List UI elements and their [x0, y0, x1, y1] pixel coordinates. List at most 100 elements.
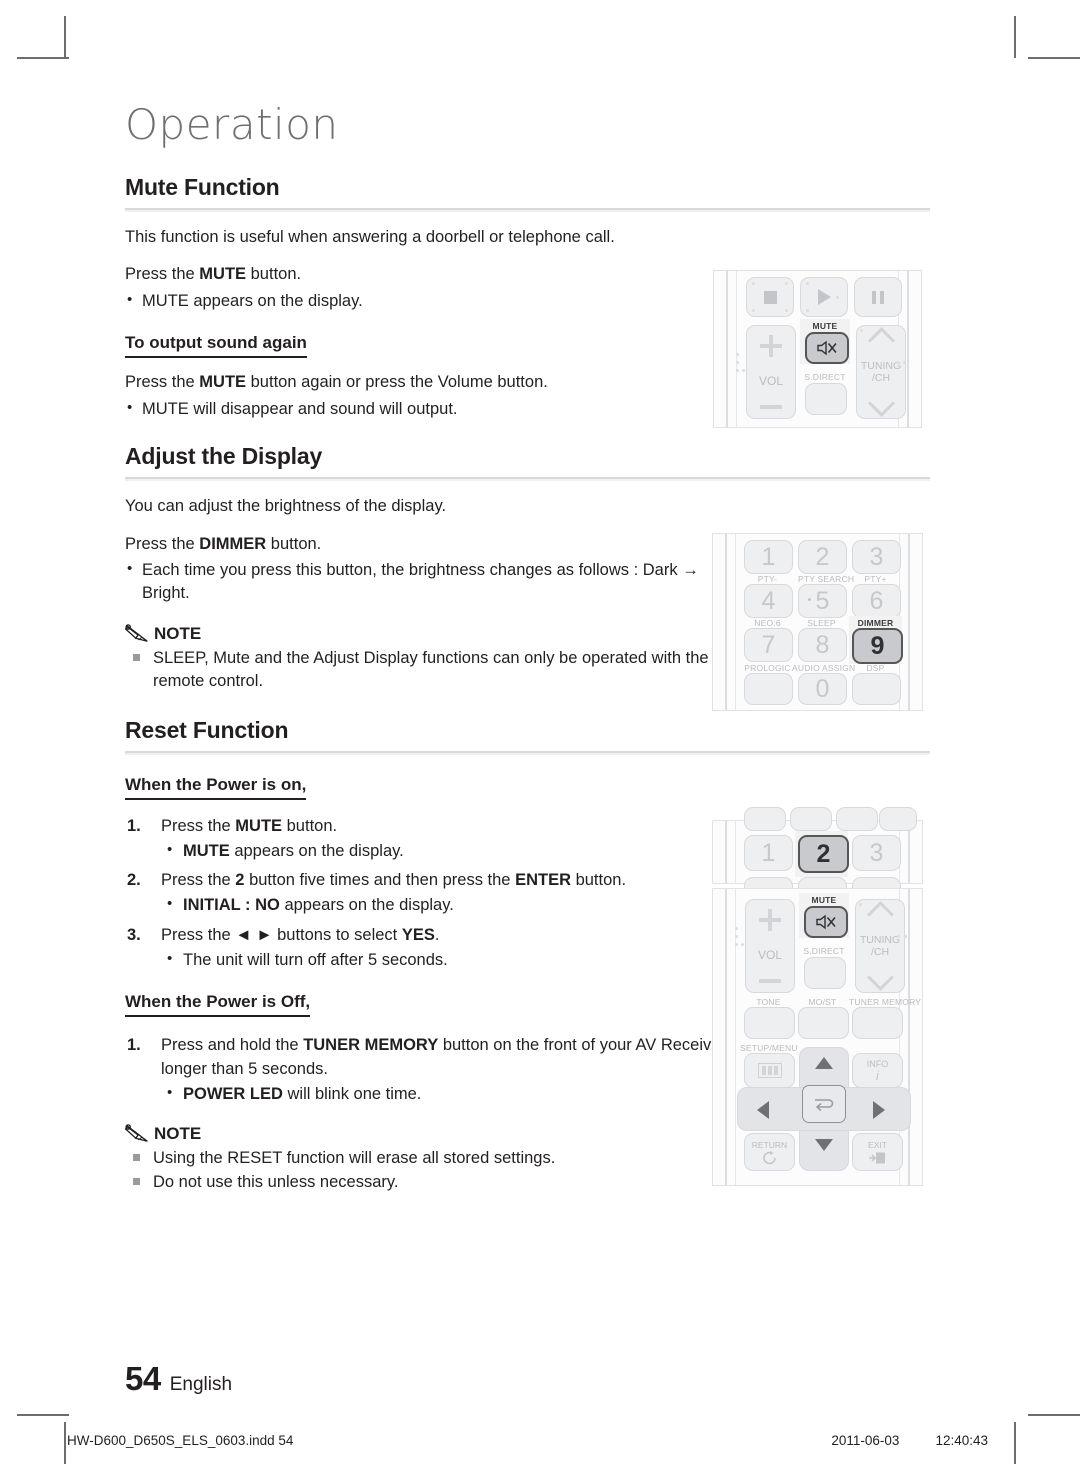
key-partial-top-4[interactable] [879, 807, 917, 831]
dpad-right-arrow[interactable] [873, 1101, 885, 1119]
step-text-bold2: ENTER [515, 871, 571, 890]
crop-mark-bottom-left-v [64, 1422, 66, 1464]
step-text-post: . [434, 925, 440, 944]
label-most: MO/ST [808, 997, 837, 1007]
remote-rail-left [725, 534, 727, 710]
label-neo6: NEO:6 [754, 618, 781, 628]
adjust-lead-post: button. [266, 534, 322, 553]
section-rule [125, 750, 930, 755]
tuner-memory-button[interactable] [852, 1007, 903, 1039]
play-button[interactable] [800, 277, 848, 317]
mute-lead-pre: Press the [125, 265, 200, 284]
mute-key-label: MUTE [811, 895, 837, 905]
key-partial-top-1[interactable] [744, 807, 786, 831]
list-item: MUTE will disappear and sound will outpu… [125, 397, 722, 421]
step-text-post: button. [282, 816, 338, 835]
bullet-text: The unit will turn off after 5 seconds. [183, 950, 448, 969]
remote-illustration-keypad: 1 2 3 PTY- PTY SEARCH PTY+ 4 5 6 NEO:6 S… [712, 533, 923, 711]
volume-button[interactable]: VOL [745, 899, 795, 993]
tuning-ch-button[interactable]: TUNING /CH [856, 325, 906, 419]
list-item: MUTE appears on the display. [161, 839, 761, 863]
note-label: NOTE [154, 1124, 202, 1144]
dpad-up-arrow[interactable] [815, 1057, 833, 1069]
remote-illustration-mute: MUTE VOL S.DIRECT TUNING /CH [713, 270, 922, 428]
mute-button[interactable] [804, 906, 848, 938]
stop-button[interactable] [746, 277, 794, 317]
list-item: Using the RESET function will erase all … [125, 1147, 753, 1170]
tuning-ch-button[interactable]: TUNING /CH [855, 899, 905, 993]
subheading-power-on: When the Power is on, [125, 775, 307, 800]
step-bullets: INITIAL : NO appears on the display. [161, 893, 761, 917]
dpad-down-arrow[interactable] [815, 1139, 833, 1151]
most-button[interactable] [798, 1007, 849, 1039]
pencil-icon [124, 1124, 149, 1143]
key-6[interactable]: 6 [852, 584, 901, 618]
step-text-pre: Press the [161, 871, 236, 890]
list-item: Do not use this unless necessary. [125, 1171, 753, 1194]
bullet-text: appears on the display. [279, 896, 454, 915]
tuning-label-line2: /CH [871, 371, 891, 384]
key-dsp[interactable] [852, 673, 901, 705]
sdirect-button[interactable] [804, 957, 846, 989]
note-label: NOTE [154, 623, 202, 643]
mute-icon [817, 340, 837, 356]
pause-button[interactable] [854, 277, 902, 317]
volume-up-icon [760, 334, 782, 357]
label-prologic: PROLOGIC [744, 663, 791, 673]
volume-button[interactable]: VOL [746, 325, 796, 419]
remote-illustration-reset-top: 1 2 3 [712, 807, 923, 901]
tone-button[interactable] [744, 1007, 795, 1039]
exit-button[interactable]: EXIT [852, 1133, 903, 1171]
key-4[interactable]: 4 [744, 584, 793, 618]
key-8[interactable]: 8 [798, 628, 847, 662]
menu-icon [757, 1063, 782, 1078]
list-item: 1. Press the MUTE button. MUTE appears on… [125, 815, 761, 863]
key-partial-top-2[interactable] [790, 807, 832, 831]
key-prologic[interactable] [744, 673, 793, 705]
sdirect-key-label: S.DIRECT [804, 372, 846, 382]
mute-button[interactable] [805, 332, 849, 364]
chevron-down-icon [867, 390, 895, 417]
info-button[interactable]: INFO i [852, 1053, 903, 1088]
sdirect-button[interactable] [805, 383, 847, 415]
label-tone: TONE [756, 997, 781, 1007]
mute-lead-bold: MUTE [199, 265, 247, 284]
key-5[interactable]: 5 [798, 584, 847, 618]
remote-rail-left [725, 889, 727, 1185]
remote-rail-left2 [736, 271, 737, 427]
label-sleep: SLEEP [807, 618, 836, 628]
label-pty-plus: PTY+ [864, 574, 887, 584]
key-7[interactable]: 7 [744, 628, 793, 662]
return-button[interactable]: RETURN [744, 1133, 795, 1171]
step-number: 2. [127, 871, 141, 890]
step-number: 1. [127, 816, 141, 835]
label-audio-assign: AUDIO ASSIGN [792, 663, 856, 673]
mute-icon [816, 914, 836, 930]
info-icon: i [876, 1068, 879, 1083]
key-0[interactable]: 0 [798, 673, 847, 705]
remote-rail-right [907, 271, 909, 427]
key-1[interactable]: 1 [744, 540, 793, 574]
volume-label: VOL [758, 373, 783, 388]
list-item: 2. Press the 2 button five times and then… [125, 869, 761, 917]
dpad-left-arrow[interactable] [757, 1101, 769, 1119]
enter-button[interactable] [802, 1085, 846, 1123]
step-number: 3. [127, 925, 141, 944]
key-2[interactable]: 2 [798, 540, 847, 574]
key-3[interactable]: 3 [852, 540, 901, 574]
key-3[interactable]: 3 [852, 835, 901, 871]
exit-icon [868, 1152, 885, 1163]
document-timestamp: 2011-06-03 12:40:43 [831, 1433, 988, 1448]
setup-menu-button[interactable] [744, 1053, 795, 1088]
key-9-dimmer[interactable]: 9 [852, 628, 903, 664]
remote-rail-left2 [735, 534, 736, 710]
return-label: RETURN [751, 1139, 788, 1150]
remote-body: 1 2 3 PTY- PTY SEARCH PTY+ 4 5 6 NEO:6 S… [713, 534, 922, 710]
adjust-lead: Press the DIMMER button. [125, 533, 705, 556]
step-text-pre: Press the ◄ ► buttons to select [161, 925, 402, 944]
bullet-bold: MUTE [183, 841, 230, 860]
key-1[interactable]: 1 [744, 835, 793, 871]
key-partial-top-3[interactable] [836, 807, 878, 831]
key-2-highlighted[interactable]: 2 [798, 835, 849, 873]
adjust-lead-pre: Press the [125, 534, 200, 553]
